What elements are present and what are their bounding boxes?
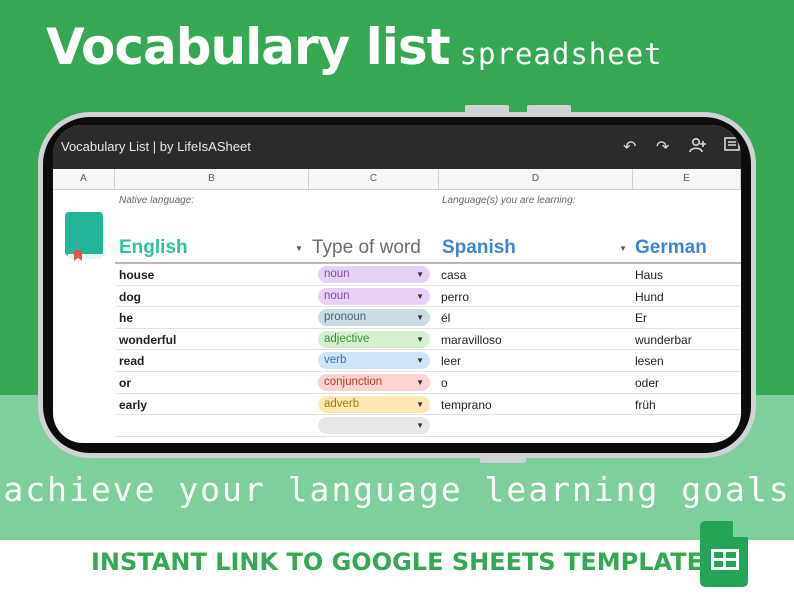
word-type-label: verb	[324, 354, 347, 367]
cell-spanish[interactable]: leer	[441, 354, 461, 368]
cta-text: INSTANT LINK TO GOOGLE SHEETS TEMPLATE	[91, 548, 704, 576]
chevron-down-icon[interactable]: ▼	[416, 288, 424, 305]
native-language-note: Native language:	[119, 195, 195, 206]
cell-english[interactable]: read	[119, 354, 144, 368]
word-type-dropdown[interactable]: adverb ▼	[318, 395, 430, 413]
english-dropdown-icon[interactable]: ▼	[295, 244, 303, 253]
cell-english[interactable]: early	[119, 398, 147, 412]
table-row: ▼	[115, 415, 741, 437]
chevron-down-icon[interactable]: ▼	[416, 417, 424, 434]
column-header-e[interactable]: E	[633, 169, 741, 190]
headline-title: Vocabulary list	[46, 18, 451, 76]
cell-english[interactable]: dog	[119, 290, 141, 304]
chevron-down-icon[interactable]: ▼	[416, 396, 424, 413]
column-header-b[interactable]: B	[115, 169, 309, 190]
chevron-down-icon[interactable]: ▼	[416, 374, 424, 391]
headline-subtitle: spreadsheet	[459, 37, 663, 71]
app-bar: Vocabulary List | by LifeIsASheet ↶ ↷	[53, 125, 741, 169]
word-type-dropdown[interactable]: noun ▼	[318, 287, 430, 305]
header-type-of-word: Type of word	[312, 237, 421, 258]
word-type-dropdown[interactable]: conjunction ▼	[318, 374, 430, 391]
header-german[interactable]: German	[635, 237, 707, 259]
word-type-label: adverb	[324, 397, 360, 410]
word-type-label: conjunction	[324, 376, 383, 388]
chevron-down-icon[interactable]: ▼	[416, 309, 424, 326]
cell-german[interactable]: lesen	[635, 354, 664, 368]
book-icon	[65, 212, 103, 261]
table-row: read verb ▼ leer lesen	[115, 350, 741, 372]
table-row: dog noun ▼ perro Hund	[115, 286, 741, 308]
cell-spanish[interactable]: o	[441, 376, 448, 390]
word-type-dropdown[interactable]: verb ▼	[318, 352, 430, 370]
column-header-d[interactable]: D	[439, 169, 633, 190]
table-row: wonderful adjective ▼ maravilloso wunderbar	[115, 329, 741, 351]
cell-german[interactable]: Haus	[635, 268, 663, 282]
word-type-dropdown[interactable]: pronoun ▼	[318, 309, 430, 327]
cell-german[interactable]: Er	[635, 311, 647, 325]
cell-english[interactable]: he	[119, 311, 133, 325]
cell-spanish[interactable]: maravilloso	[441, 333, 502, 347]
header-english[interactable]: English	[119, 237, 188, 259]
google-sheets-icon-grid	[711, 549, 739, 570]
column-header-a[interactable]: A	[53, 169, 115, 190]
spanish-dropdown-icon[interactable]: ▼	[619, 244, 627, 253]
cell-english[interactable]: or	[119, 376, 131, 390]
cell-english[interactable]: wonderful	[119, 333, 176, 347]
app-title: Vocabulary List | by LifeIsASheet	[61, 139, 251, 154]
table-row: early adverb ▼ temprano früh	[115, 394, 741, 416]
cell-english[interactable]: house	[119, 268, 154, 282]
header-spanish[interactable]: Spanish	[442, 237, 516, 259]
word-type-label: adjective	[324, 332, 370, 345]
word-type-label: noun	[324, 289, 350, 302]
word-type-dropdown[interactable]: noun ▼	[318, 266, 430, 283]
cell-spanish[interactable]: él	[441, 311, 450, 325]
cell-spanish[interactable]: perro	[441, 290, 469, 304]
tagline: achieve your language learning goals	[3, 470, 791, 509]
chevron-down-icon[interactable]: ▼	[416, 331, 424, 348]
table-row: house noun ▼ casa Haus	[115, 264, 741, 286]
column-header-c[interactable]: C	[309, 169, 439, 190]
add-person-icon[interactable]	[689, 137, 707, 158]
cell-spanish[interactable]: casa	[441, 268, 466, 282]
cell-german[interactable]: wunderbar	[635, 333, 692, 347]
chevron-down-icon[interactable]: ▼	[416, 352, 424, 369]
word-type-dropdown[interactable]: ▼	[318, 417, 430, 435]
headline: Vocabulary list spreadsheet	[46, 18, 663, 76]
redo-icon[interactable]: ↷	[656, 137, 669, 157]
undo-icon[interactable]: ↶	[623, 137, 636, 157]
table-row: or conjunction ▼ o oder	[115, 372, 741, 394]
comment-icon[interactable]	[724, 137, 740, 158]
cell-spanish[interactable]: temprano	[441, 398, 492, 412]
chevron-down-icon[interactable]: ▼	[416, 266, 424, 283]
cell-german[interactable]: früh	[635, 398, 656, 412]
phone-screen: Vocabulary List | by LifeIsASheet ↶ ↷ A …	[53, 125, 741, 443]
table-row: he pronoun ▼ él Er	[115, 307, 741, 329]
word-type-label: noun	[324, 268, 350, 280]
word-type-dropdown[interactable]: adjective ▼	[318, 330, 430, 348]
learning-language-note: Language(s) you are learning:	[442, 195, 576, 206]
cell-german[interactable]: oder	[635, 376, 659, 390]
cell-german[interactable]: Hund	[635, 290, 664, 304]
word-type-label: pronoun	[324, 311, 367, 324]
